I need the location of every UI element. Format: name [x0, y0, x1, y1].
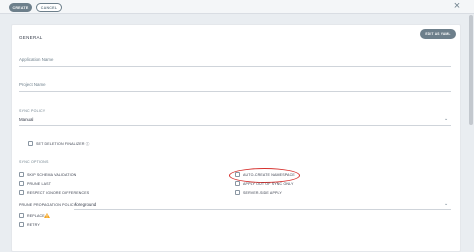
chevron-down-icon[interactable]: ⌄ — [444, 202, 448, 207]
general-section-title: GENERAL — [19, 35, 43, 40]
prune-last-checkbox[interactable] — [19, 181, 24, 186]
sync-policy-label: SYNC POLICY — [19, 109, 46, 113]
prune-propagation-policy-label: PRUNE PROPAGATION POLICY: — [19, 203, 78, 207]
top-toolbar — [0, 0, 474, 14]
prune-propagation-policy-select[interactable]: foreground — [75, 202, 96, 207]
sync-policy-underline — [19, 125, 451, 126]
apply-out-of-sync-only-checkbox[interactable] — [235, 181, 240, 186]
respect-ignore-differences-label: RESPECT IGNORE DIFFERENCES — [27, 190, 90, 195]
replace-checkbox[interactable] — [19, 213, 24, 218]
server-side-apply-label: SERVER-SIDE APPLY — [243, 190, 282, 195]
retry-label: RETRY — [27, 222, 40, 227]
set-deletion-finalizer-checkbox[interactable] — [28, 141, 33, 146]
create-button[interactable]: CREATE — [9, 3, 32, 12]
server-side-apply-checkbox[interactable] — [235, 190, 240, 195]
close-icon[interactable]: × — [450, 0, 464, 14]
application-name-underline — [19, 66, 451, 67]
sync-options-title: SYNC OPTIONS — [19, 160, 49, 164]
cancel-button[interactable]: CANCEL — [36, 3, 62, 12]
application-name-field[interactable]: Application Name — [19, 57, 53, 62]
skip-schema-validation-label: SKIP SCHEMA VALIDATION — [27, 172, 77, 177]
prune-propagation-policy-underline — [74, 209, 451, 210]
chevron-down-icon[interactable]: ⌄ — [444, 117, 448, 122]
project-name-underline — [19, 91, 451, 92]
respect-ignore-differences-checkbox[interactable] — [19, 190, 24, 195]
prune-last-label: PRUNE LAST — [27, 181, 52, 186]
skip-schema-validation-checkbox[interactable] — [19, 172, 24, 177]
scrollbar-thumb[interactable] — [469, 15, 473, 125]
project-name-field[interactable]: Project Name — [19, 82, 46, 87]
replace-label: REPLACE — [27, 213, 45, 218]
set-deletion-finalizer-label: SET DELETION FINALIZER ⓘ — [36, 141, 90, 146]
warning-icon — [44, 213, 50, 218]
application-form-panel — [11, 24, 461, 252]
sync-policy-select[interactable]: Manual — [19, 117, 33, 122]
retry-checkbox[interactable] — [19, 222, 24, 227]
edit-as-yaml-button[interactable]: EDIT AS YAML — [420, 29, 456, 39]
apply-out-of-sync-only-label: APPLY OUT OF SYNC ONLY — [243, 181, 294, 186]
